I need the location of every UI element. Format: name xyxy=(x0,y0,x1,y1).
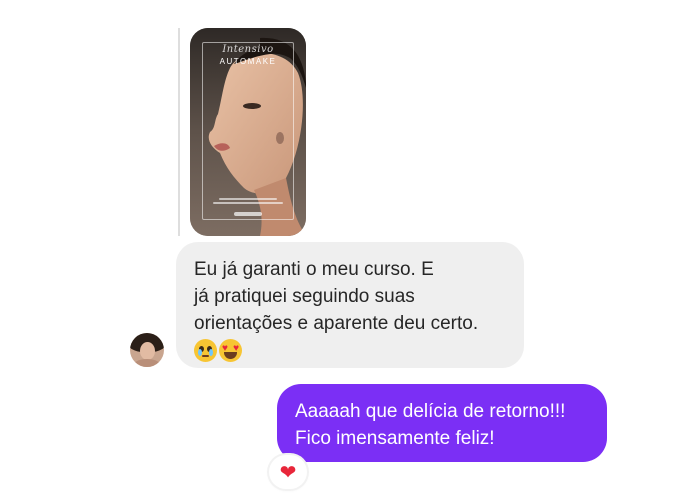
message-line: Aaaaah que delícia de retorno!!! xyxy=(295,401,566,422)
message-line: Fico imensamente feliz! xyxy=(295,428,495,449)
story-reply-divider xyxy=(178,28,180,236)
story-frame xyxy=(202,42,294,220)
received-message-bubble[interactable]: Eu já garanti o meu curso. E já pratique… xyxy=(176,242,524,368)
story-caption xyxy=(206,196,290,208)
pleading-face-emoji xyxy=(194,339,217,362)
message-emojis: ♥ ♥ xyxy=(194,339,506,362)
story-thumbnail[interactable]: Intensivo AUTOMAKE xyxy=(190,28,306,236)
story-script-title: Intensivo xyxy=(222,44,274,55)
heart-reaction[interactable]: ❤ xyxy=(269,455,307,489)
message-line: já pratiquei seguindo suas xyxy=(194,286,415,307)
story-brand-mark xyxy=(234,212,262,216)
story-title: AUTOMAKE xyxy=(219,57,277,66)
heart-eyes-emoji: ♥ ♥ xyxy=(219,339,242,362)
message-line: Eu já garanti o meu curso. E xyxy=(194,259,434,280)
sent-message-bubble[interactable]: Aaaaah que delícia de retorno!!! Fico im… xyxy=(277,384,607,462)
sender-avatar[interactable] xyxy=(130,333,164,367)
message-line: orientações e aparente deu certo. xyxy=(194,313,479,334)
heart-icon: ❤ xyxy=(279,460,297,484)
